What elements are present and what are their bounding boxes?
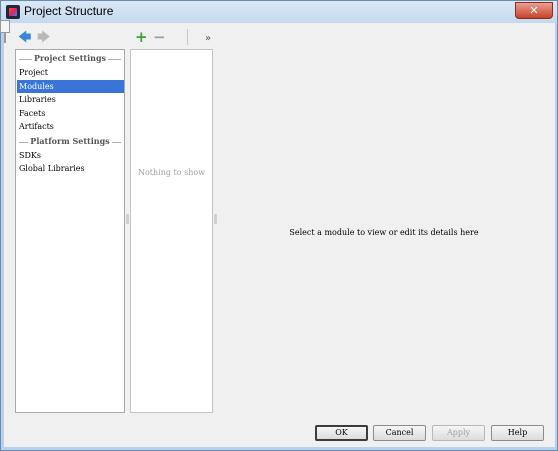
toolbar-separator bbox=[187, 29, 188, 45]
more-actions-icon[interactable]: » bbox=[205, 33, 211, 44]
group-title: Project Settings bbox=[31, 53, 109, 63]
sidebar-item-global-libraries[interactable]: Global Libraries bbox=[17, 162, 124, 175]
window-title: Project Structure bbox=[24, 4, 114, 18]
remove-icon[interactable]: − bbox=[153, 30, 166, 45]
settings-sidebar: Project Settings Project Modules Librari… bbox=[15, 49, 125, 413]
group-header-project-settings: Project Settings bbox=[16, 53, 124, 65]
close-button[interactable]: ✕ bbox=[515, 2, 553, 19]
dialog-content: 🡄 🡆 + − » Project Settings Project Modul… bbox=[4, 22, 555, 447]
title-bar: Project Structure ✕ bbox=[1, 1, 557, 23]
intellij-app-icon bbox=[6, 5, 20, 19]
sidebar-item-sdks[interactable]: SDKs bbox=[17, 149, 124, 162]
group-title: Platform Settings bbox=[28, 136, 112, 146]
right-splitter-handle[interactable] bbox=[214, 214, 217, 224]
sidebar-item-modules[interactable]: Modules bbox=[17, 80, 124, 93]
sidebar-item-project[interactable]: Project bbox=[17, 66, 124, 79]
back-arrow-icon[interactable]: 🡄 bbox=[18, 31, 31, 44]
sidebar-item-facets[interactable]: Facets bbox=[17, 107, 124, 120]
modules-list[interactable]: Nothing to show bbox=[130, 49, 213, 413]
apply-button[interactable]: Apply bbox=[432, 425, 485, 441]
add-icon[interactable]: + bbox=[135, 30, 148, 45]
copy-icon[interactable] bbox=[4, 22, 6, 43]
details-placeholder: Select a module to view or edit its deta… bbox=[289, 228, 479, 237]
ok-button[interactable]: OK bbox=[315, 425, 368, 441]
sidebar-item-artifacts[interactable]: Artifacts bbox=[17, 120, 124, 133]
help-button[interactable]: Help bbox=[491, 425, 544, 441]
left-splitter-handle[interactable] bbox=[126, 214, 129, 224]
project-structure-dialog: Project Structure ✕ 🡄 🡆 + − » Project Se… bbox=[0, 0, 558, 451]
forward-arrow-icon[interactable]: 🡆 bbox=[37, 31, 50, 44]
empty-list-message: Nothing to show bbox=[137, 168, 206, 177]
group-header-platform-settings: Platform Settings bbox=[16, 136, 124, 148]
cancel-button[interactable]: Cancel bbox=[373, 425, 426, 441]
sidebar-item-libraries[interactable]: Libraries bbox=[17, 93, 124, 106]
